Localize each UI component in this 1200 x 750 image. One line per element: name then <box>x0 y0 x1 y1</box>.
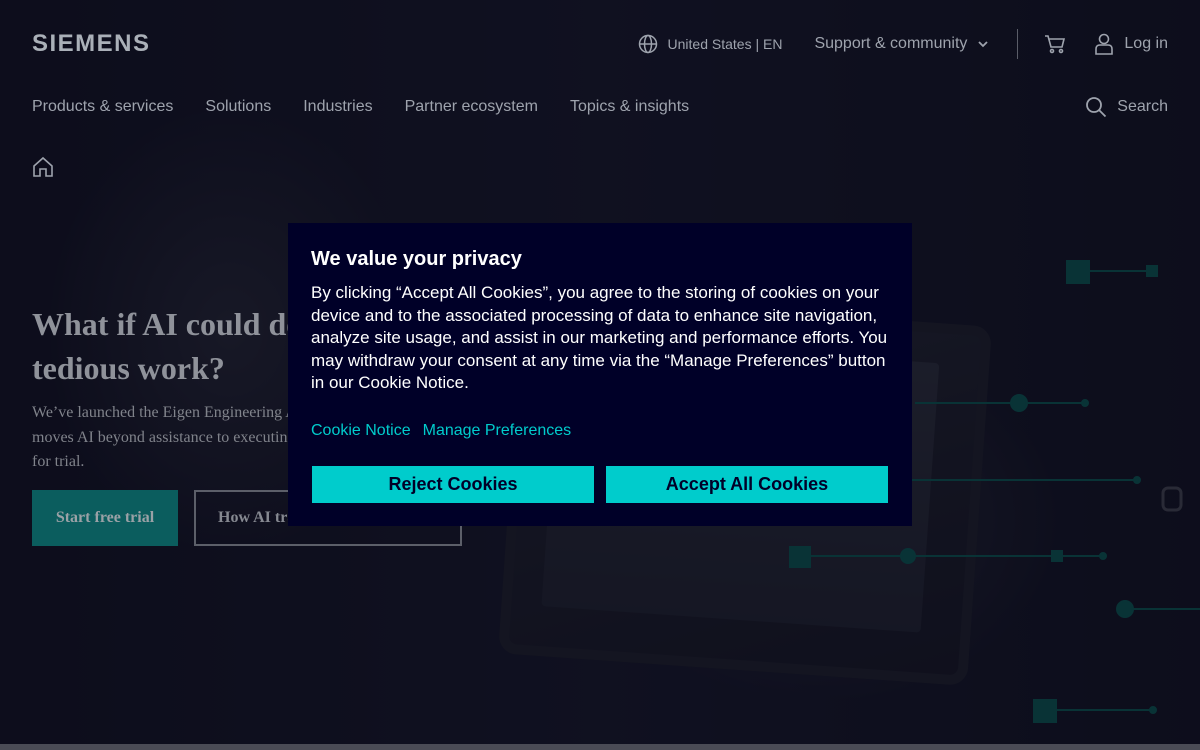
start-free-trial-button[interactable]: Start free trial <box>32 490 178 546</box>
login-label: Log in <box>1124 35 1168 52</box>
support-community-menu[interactable]: Support & community <box>814 35 989 53</box>
nav-item-topics-insights[interactable]: Topics & insights <box>570 98 689 116</box>
cart-icon <box>1045 35 1066 54</box>
header-utility-bar: United States | EN Support & community L… <box>638 29 1168 59</box>
manage-preferences-link[interactable]: Manage Preferences <box>423 422 572 440</box>
cookie-dialog-title: We value your privacy <box>311 248 522 270</box>
reject-cookies-button[interactable]: Reject Cookies <box>312 466 594 503</box>
nav-item-solutions[interactable]: Solutions <box>205 98 271 116</box>
cookie-dialog-body: By clicking “Accept All Cookies”, you ag… <box>311 283 888 392</box>
nav-item-industries[interactable]: Industries <box>303 98 372 116</box>
nav-item-products-services[interactable]: Products & services <box>32 98 173 116</box>
search-button[interactable]: Search <box>1085 96 1168 118</box>
search-label: Search <box>1117 98 1168 115</box>
chevron-down-icon <box>978 41 989 48</box>
accept-all-cookies-button[interactable]: Accept All Cookies <box>606 466 888 503</box>
search-icon <box>1086 97 1107 118</box>
user-icon <box>1095 33 1114 55</box>
globe-icon <box>638 34 657 54</box>
cookie-dialog-links: Cookie Notice Manage Preferences <box>311 422 889 440</box>
support-label: Support & community <box>814 35 968 52</box>
home-icon <box>33 156 53 177</box>
cookie-notice-link[interactable]: Cookie Notice <box>311 422 411 440</box>
main-navigation: Products & services Solutions Industries… <box>32 98 721 116</box>
login-button[interactable]: Log in <box>1094 33 1168 55</box>
bottom-scroll-bar <box>0 744 1200 750</box>
hero-title-line-2: tedious work? <box>32 350 225 386</box>
nav-item-partner-ecosystem[interactable]: Partner ecosystem <box>405 98 538 116</box>
breadcrumb-home[interactable] <box>32 156 54 183</box>
siemens-logo[interactable]: SIEMENS <box>32 30 151 58</box>
locale-selector[interactable]: United States | EN <box>638 34 783 54</box>
locale-label: United States | EN <box>667 36 783 52</box>
header-divider <box>1017 29 1019 59</box>
cart-button[interactable] <box>1044 34 1066 54</box>
cookie-dialog-actions: Reject Cookies Accept All Cookies <box>312 466 888 503</box>
cookie-consent-dialog: We value your privacy By clicking “Accep… <box>288 223 912 526</box>
